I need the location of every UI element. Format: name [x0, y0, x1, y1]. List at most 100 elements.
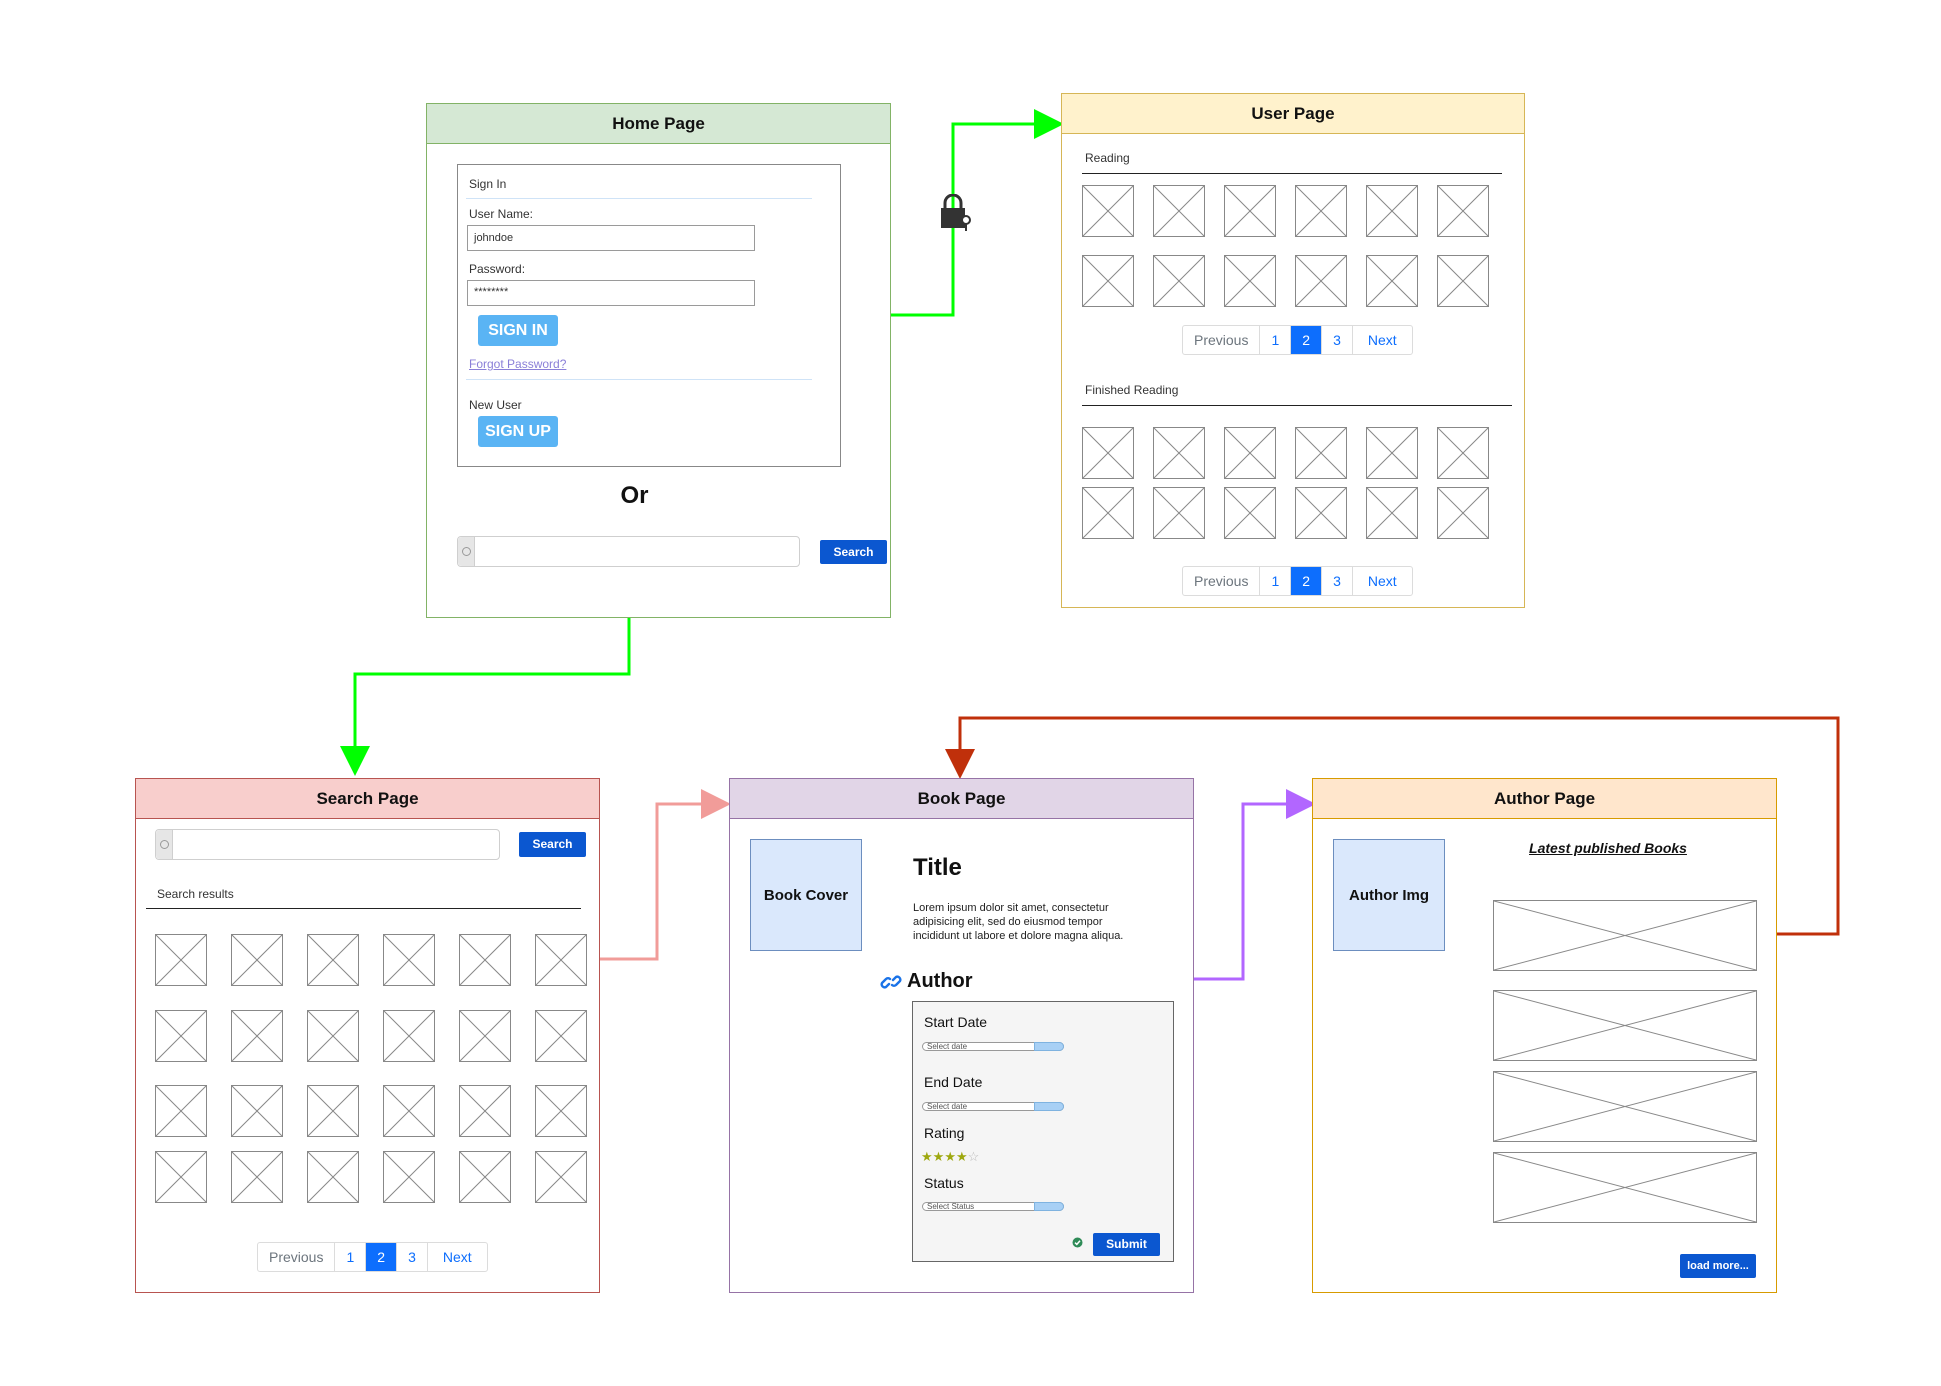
date-picker-toggle[interactable]: [1034, 1102, 1064, 1111]
home-search-input[interactable]: [457, 536, 800, 567]
published-book-placeholder[interactable]: [1493, 1152, 1757, 1223]
book-thumbnail-placeholder[interactable]: [307, 934, 359, 986]
book-thumbnail-placeholder[interactable]: [1366, 427, 1418, 479]
book-thumbnail-placeholder[interactable]: [383, 934, 435, 986]
author-link[interactable]: Author: [907, 970, 973, 993]
star-filled-icon[interactable]: ★: [933, 1149, 945, 1164]
home-search-button[interactable]: Search: [820, 540, 887, 564]
pagination-previous[interactable]: Previous: [1183, 326, 1261, 354]
book-thumbnail-placeholder[interactable]: [459, 1151, 511, 1203]
book-thumbnail-placeholder[interactable]: [1224, 255, 1276, 307]
book-thumbnail-placeholder[interactable]: [307, 1085, 359, 1137]
star-filled-icon[interactable]: ★: [944, 1149, 956, 1164]
book-thumbnail-placeholder[interactable]: [1295, 427, 1347, 479]
load-more-button[interactable]: load more...: [1680, 1254, 1756, 1278]
book-thumbnail-placeholder[interactable]: [1224, 427, 1276, 479]
book-thumbnail-placeholder[interactable]: [1082, 487, 1134, 539]
book-thumbnail-placeholder[interactable]: [383, 1010, 435, 1062]
book-thumbnail-placeholder[interactable]: [307, 1010, 359, 1062]
book-thumbnail-placeholder[interactable]: [1153, 487, 1205, 539]
rating-stars[interactable]: ★★★★☆: [921, 1148, 979, 1166]
book-thumbnail-placeholder[interactable]: [459, 1085, 511, 1137]
book-thumbnail-placeholder[interactable]: [155, 1010, 207, 1062]
pagination-next[interactable]: Next: [428, 1243, 487, 1271]
book-thumbnail-placeholder[interactable]: [1082, 185, 1134, 237]
date-picker-toggle[interactable]: [1034, 1042, 1064, 1051]
user-page-title: User Page: [1062, 94, 1524, 134]
book-thumbnail-placeholder[interactable]: [459, 934, 511, 986]
pagination-page-1[interactable]: 1: [335, 1243, 367, 1271]
book-title: Title: [913, 854, 962, 881]
signin-button[interactable]: SIGN IN: [478, 315, 558, 346]
pagination-previous[interactable]: Previous: [1183, 567, 1261, 595]
book-thumbnail-placeholder[interactable]: [535, 1151, 587, 1203]
book-thumbnail-placeholder[interactable]: [1366, 255, 1418, 307]
book-thumbnail-placeholder[interactable]: [231, 1151, 283, 1203]
pagination-page-3[interactable]: 3: [1322, 567, 1353, 595]
book-thumbnail-placeholder[interactable]: [231, 1085, 283, 1137]
book-thumbnail-placeholder[interactable]: [1082, 255, 1134, 307]
book-thumbnail-placeholder[interactable]: [1295, 185, 1347, 237]
published-book-placeholder[interactable]: [1493, 1071, 1757, 1142]
end-date-select[interactable]: Select date: [922, 1102, 1064, 1111]
signin-box: Sign In User Name: johndoe Password: ***…: [457, 164, 841, 467]
book-thumbnail-placeholder[interactable]: [155, 1151, 207, 1203]
forgot-password-link[interactable]: Forgot Password?: [469, 357, 566, 371]
book-thumbnail-placeholder[interactable]: [1437, 487, 1489, 539]
pagination-next[interactable]: Next: [1353, 326, 1412, 354]
book-thumbnail-placeholder[interactable]: [1082, 427, 1134, 479]
book-thumbnail-placeholder[interactable]: [1437, 255, 1489, 307]
search-results-label: Search results: [157, 887, 234, 901]
start-date-label: Start Date: [924, 1014, 988, 1030]
book-thumbnail-placeholder[interactable]: [1295, 487, 1347, 539]
link-icon[interactable]: [880, 971, 902, 993]
submit-button[interactable]: Submit: [1093, 1233, 1160, 1256]
book-thumbnail-placeholder[interactable]: [459, 1010, 511, 1062]
book-thumbnail-placeholder[interactable]: [1224, 185, 1276, 237]
book-thumbnail-placeholder[interactable]: [1153, 185, 1205, 237]
star-filled-icon[interactable]: ★: [921, 1149, 933, 1164]
book-thumbnail-placeholder[interactable]: [231, 934, 283, 986]
star-filled-icon[interactable]: ★: [956, 1149, 968, 1164]
pagination-page-3[interactable]: 3: [1322, 326, 1353, 354]
book-thumbnail-placeholder[interactable]: [231, 1010, 283, 1062]
book-thumbnail-placeholder[interactable]: [1437, 427, 1489, 479]
book-thumbnail-placeholder[interactable]: [307, 1151, 359, 1203]
book-thumbnail-placeholder[interactable]: [1366, 185, 1418, 237]
search-page-input[interactable]: [155, 829, 500, 860]
book-thumbnail-placeholder[interactable]: [535, 1010, 587, 1062]
book-thumbnail-placeholder[interactable]: [535, 1085, 587, 1137]
book-thumbnail-placeholder[interactable]: [155, 934, 207, 986]
status-select[interactable]: Select Status: [922, 1202, 1064, 1211]
book-thumbnail-placeholder[interactable]: [383, 1085, 435, 1137]
published-book-placeholder[interactable]: [1493, 990, 1757, 1061]
pagination-page-2[interactable]: 2: [1291, 567, 1323, 595]
book-thumbnail-placeholder[interactable]: [1153, 427, 1205, 479]
star-empty-icon[interactable]: ☆: [968, 1149, 980, 1164]
pagination-page-2[interactable]: 2: [366, 1243, 398, 1271]
book-thumbnail-placeholder[interactable]: [1224, 487, 1276, 539]
pagination-page-1[interactable]: 1: [1260, 567, 1292, 595]
status-dropdown-toggle[interactable]: [1034, 1202, 1064, 1211]
pagination-next[interactable]: Next: [1353, 567, 1412, 595]
signup-button[interactable]: SIGN UP: [478, 416, 558, 447]
book-thumbnail-placeholder[interactable]: [155, 1085, 207, 1137]
password-field[interactable]: ********: [467, 280, 755, 306]
book-thumbnail-placeholder[interactable]: [1295, 255, 1347, 307]
book-thumbnail-placeholder[interactable]: [383, 1151, 435, 1203]
pagination-page-1[interactable]: 1: [1260, 326, 1292, 354]
book-thumbnail-placeholder[interactable]: [1153, 255, 1205, 307]
published-book-placeholder[interactable]: [1493, 900, 1757, 971]
finished-section-rule: [1082, 405, 1512, 406]
start-date-select[interactable]: Select date: [922, 1042, 1064, 1051]
search-page-search-button[interactable]: Search: [519, 832, 586, 857]
book-thumbnail-placeholder[interactable]: [1366, 487, 1418, 539]
book-thumbnail-placeholder[interactable]: [1437, 185, 1489, 237]
pagination-page-2[interactable]: 2: [1291, 326, 1323, 354]
reading-pagination: Previous 1 2 3 Next: [1182, 325, 1413, 355]
username-field[interactable]: johndoe: [467, 225, 755, 251]
pagination-page-3[interactable]: 3: [397, 1243, 428, 1271]
pagination-previous[interactable]: Previous: [258, 1243, 336, 1271]
book-thumbnail-placeholder[interactable]: [535, 934, 587, 986]
latest-books-heading: Latest published Books: [1529, 840, 1687, 856]
